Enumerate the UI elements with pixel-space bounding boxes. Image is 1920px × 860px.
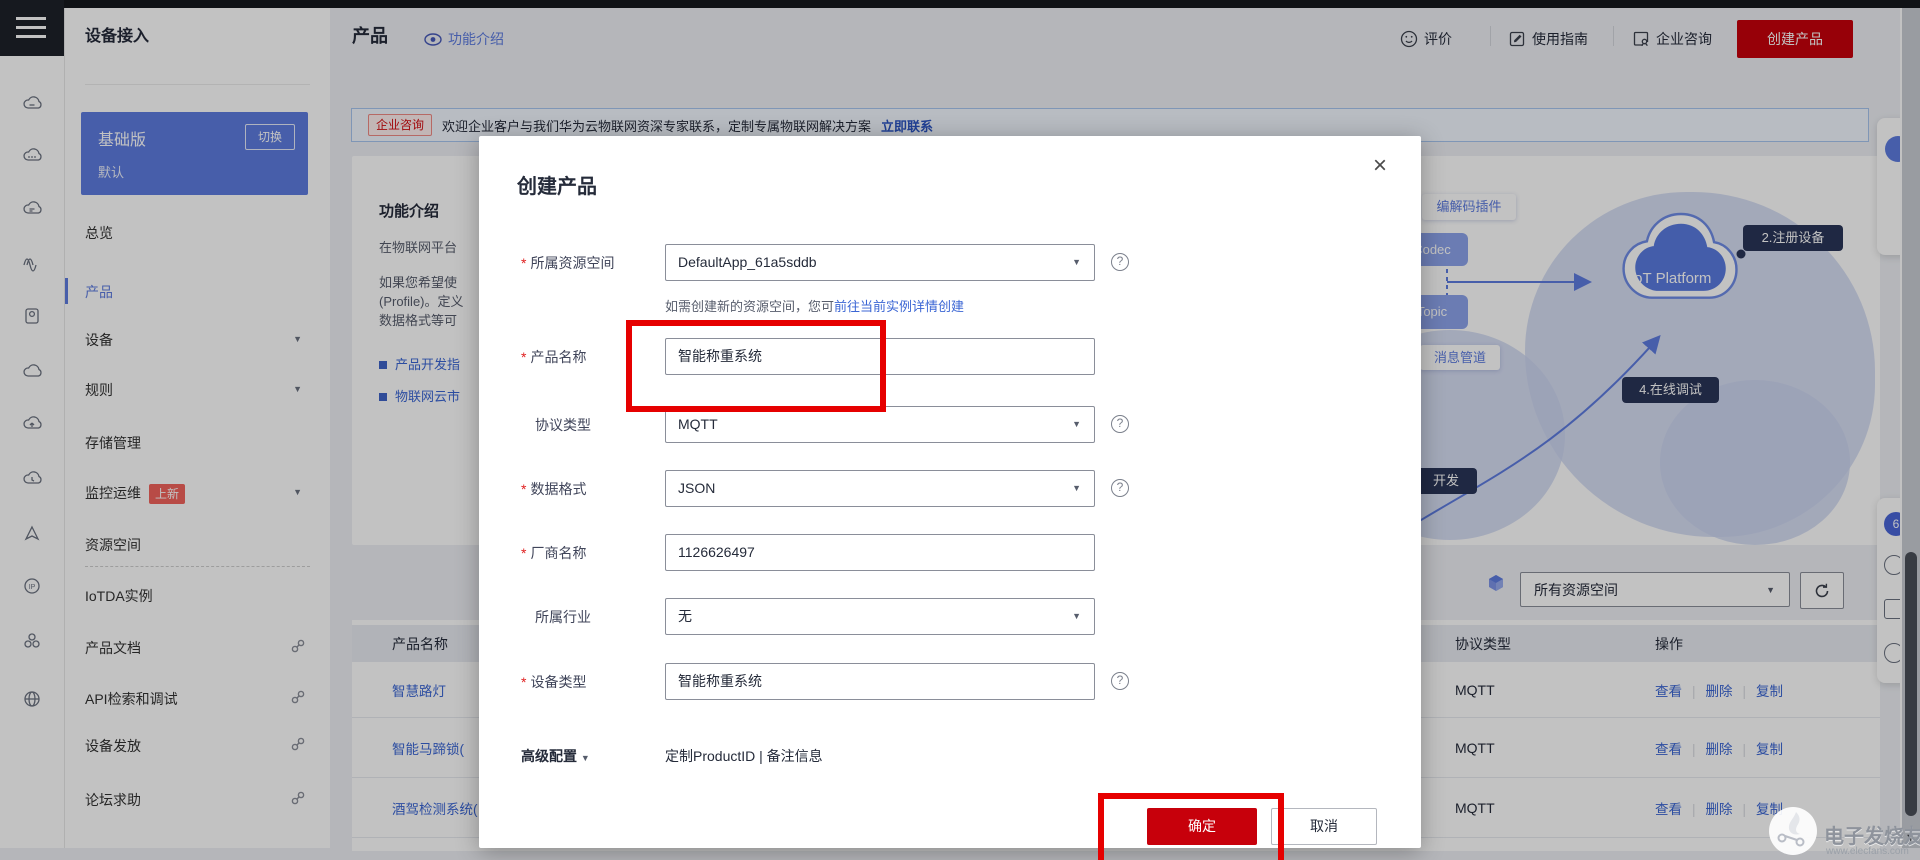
required-asterisk: * — [521, 481, 527, 497]
industry-select[interactable]: 无 ▼ — [665, 598, 1095, 635]
required-asterisk: * — [521, 349, 527, 365]
form-row-protocol: 协议类型 MQTT ▼ ? — [479, 406, 1421, 443]
field-label: 所属行业 — [535, 609, 591, 625]
required-asterisk: * — [521, 255, 527, 271]
chevron-down-icon: ▼ — [1072, 419, 1081, 429]
data-format-select[interactable]: JSON ▼ — [665, 470, 1095, 507]
instance-detail-link[interactable]: 前往当前实例详情创建 — [834, 299, 964, 314]
required-asterisk: * — [521, 545, 527, 561]
resource-space-helper: 如需创建新的资源空间，您可前往当前实例详情创建 — [665, 299, 965, 314]
form-row-industry: 所属行业 无 ▼ — [479, 598, 1421, 635]
field-label: 所属资源空间 — [530, 255, 615, 271]
annotation-box-confirm — [1098, 793, 1284, 860]
field-label: 厂商名称 — [530, 545, 587, 561]
advanced-config-summary: 定制ProductID | 备注信息 — [665, 748, 823, 764]
advanced-config-toggle[interactable]: 高级配置 ▼ — [521, 746, 590, 766]
annotation-box-product-name — [626, 320, 886, 412]
form-row-resource-space: * 所属资源空间 DefaultApp_61a5sddb ▼ ? — [479, 244, 1421, 281]
chevron-down-icon: ▼ — [580, 753, 590, 763]
modal-title: 创建产品 — [517, 176, 597, 198]
help-icon[interactable]: ? — [1111, 415, 1129, 433]
elecfans-watermark: 电子发烧友 www.elecfans.com — [1768, 806, 1920, 857]
help-icon[interactable]: ? — [1111, 479, 1129, 497]
iot-console-page: IP 设备接入 基础版 切换 默认 总览 产品 设备 ▼ 规则 ▼ 存储管理 监… — [0, 0, 1920, 860]
form-row-data-format: * 数据格式 JSON ▼ ? — [479, 470, 1421, 507]
form-row-manufacturer: * 厂商名称 1126626497 — [479, 534, 1421, 571]
close-icon[interactable]: × — [1373, 154, 1387, 178]
form-row-product-name: * 产品名称 智能称重系统 — [479, 338, 1421, 375]
help-icon[interactable]: ? — [1111, 672, 1129, 690]
device-type-input[interactable]: 智能称重系统 — [665, 663, 1095, 700]
chevron-down-icon: ▼ — [1072, 257, 1081, 267]
chevron-down-icon: ▼ — [1072, 611, 1081, 621]
required-asterisk: * — [521, 674, 527, 690]
field-label: 产品名称 — [530, 349, 587, 365]
chevron-down-icon: ▼ — [1072, 483, 1081, 493]
manufacturer-input[interactable]: 1126626497 — [665, 534, 1095, 571]
create-product-modal: × 创建产品 * 所属资源空间 DefaultApp_61a5sddb ▼ ? 如需… — [479, 136, 1421, 848]
elecfans-logo-icon — [1768, 806, 1818, 856]
field-label: 设备类型 — [530, 674, 587, 690]
field-label: 数据格式 — [530, 481, 587, 497]
help-icon[interactable]: ? — [1111, 253, 1129, 271]
watermark-brand: 电子发烧友 — [1824, 826, 1920, 848]
cancel-button[interactable]: 取消 — [1271, 808, 1377, 845]
form-row-device-type: * 设备类型 智能称重系统 ? — [479, 663, 1421, 700]
resource-space-select[interactable]: DefaultApp_61a5sddb ▼ — [665, 244, 1095, 281]
watermark-site: www.elecfans.com — [1826, 846, 1909, 857]
field-label: 协议类型 — [535, 417, 591, 433]
